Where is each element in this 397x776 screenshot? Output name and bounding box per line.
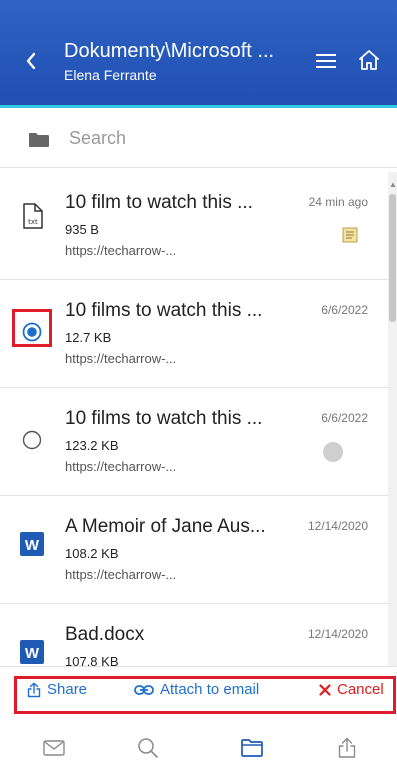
svg-text:txt: txt <box>28 218 38 226</box>
action-bar: Share Attach to email Cancel <box>0 666 397 718</box>
file-list: txt 10 film to watch this ... 935 B http… <box>0 172 388 666</box>
file-date: 24 min ago <box>308 195 368 209</box>
file-url: https://techarrow-... <box>65 567 177 582</box>
search-bar[interactable]: Search <box>0 112 397 168</box>
mail-icon[interactable] <box>42 736 66 760</box>
close-icon <box>319 683 331 696</box>
file-date: 6/6/2022 <box>321 411 368 425</box>
scroll-thumb[interactable] <box>389 194 396 322</box>
search-icon[interactable] <box>136 736 160 760</box>
share-label: Share <box>47 681 88 698</box>
file-url: https://techarrow-... <box>65 243 177 258</box>
file-size: 123.2 KB <box>65 438 119 453</box>
link-icon <box>134 684 154 695</box>
note-icon <box>342 227 358 243</box>
folder-icon <box>29 133 49 147</box>
txt-file-icon: txt <box>23 203 43 229</box>
back-button[interactable] <box>24 50 38 76</box>
hamburger-menu-icon[interactable] <box>316 54 336 68</box>
file-date: 6/6/2022 <box>321 303 368 317</box>
chevron-left-icon <box>26 52 36 70</box>
file-size: 935 B <box>65 222 99 237</box>
file-size: 12.7 KB <box>65 330 112 345</box>
scrollbar[interactable]: ▲ <box>388 172 397 666</box>
file-title: A Memoir of Jane Aus... <box>65 516 266 537</box>
file-title: 10 film to watch this ... <box>65 192 253 213</box>
attach-to-email-button[interactable]: Attach to email <box>134 681 259 698</box>
share-icon[interactable] <box>335 736 359 760</box>
user-name: Elena Ferrante <box>64 67 157 83</box>
home-icon[interactable] <box>357 48 381 72</box>
bottom-nav <box>0 718 397 776</box>
attach-label: Attach to email <box>160 681 260 698</box>
cancel-label: Cancel <box>337 681 384 698</box>
file-date: 12/14/2020 <box>307 627 368 641</box>
scroll-up-icon[interactable]: ▲ <box>389 180 397 189</box>
search-input[interactable]: Search <box>69 128 126 149</box>
folder-icon[interactable] <box>240 736 264 760</box>
svg-text:W: W <box>25 537 40 554</box>
cancel-button[interactable]: Cancel <box>319 681 384 698</box>
radio-unselected-icon[interactable] <box>22 430 42 450</box>
share-icon <box>27 682 41 697</box>
page-title: Dokumenty\Microsoft ... <box>64 40 275 62</box>
word-icon: W <box>20 640 44 664</box>
list-item[interactable]: 10 films to watch this ... 123.2 KB http… <box>0 388 388 496</box>
file-title: 10 films to watch this ... <box>65 300 263 321</box>
file-url: https://techarrow-... <box>65 459 177 474</box>
radio-selected-icon[interactable] <box>22 322 42 342</box>
file-size: 107.8 KB <box>65 654 119 666</box>
file-title: 10 films to watch this ... <box>65 408 263 429</box>
file-url: https://techarrow-... <box>65 351 177 366</box>
file-size: 108.2 KB <box>65 546 119 561</box>
gray-dot-icon <box>323 442 343 462</box>
word-icon: W <box>20 532 44 556</box>
list-item[interactable]: W A Memoir of Jane Aus... 108.2 KB https… <box>0 496 388 604</box>
file-date: 12/14/2020 <box>307 519 368 533</box>
file-title: Bad.docx <box>65 624 145 645</box>
list-item[interactable]: txt 10 film to watch this ... 935 B http… <box>0 172 388 280</box>
share-button[interactable]: Share <box>27 681 87 698</box>
list-item[interactable]: 10 films to watch this ... 12.7 KB https… <box>0 280 388 388</box>
svg-text:W: W <box>25 645 40 662</box>
app-header: Dokumenty\Microsoft ... Elena Ferrante <box>0 0 397 108</box>
list-item[interactable]: W Bad.docx 107.8 KB 12/14/2020 <box>0 604 388 666</box>
